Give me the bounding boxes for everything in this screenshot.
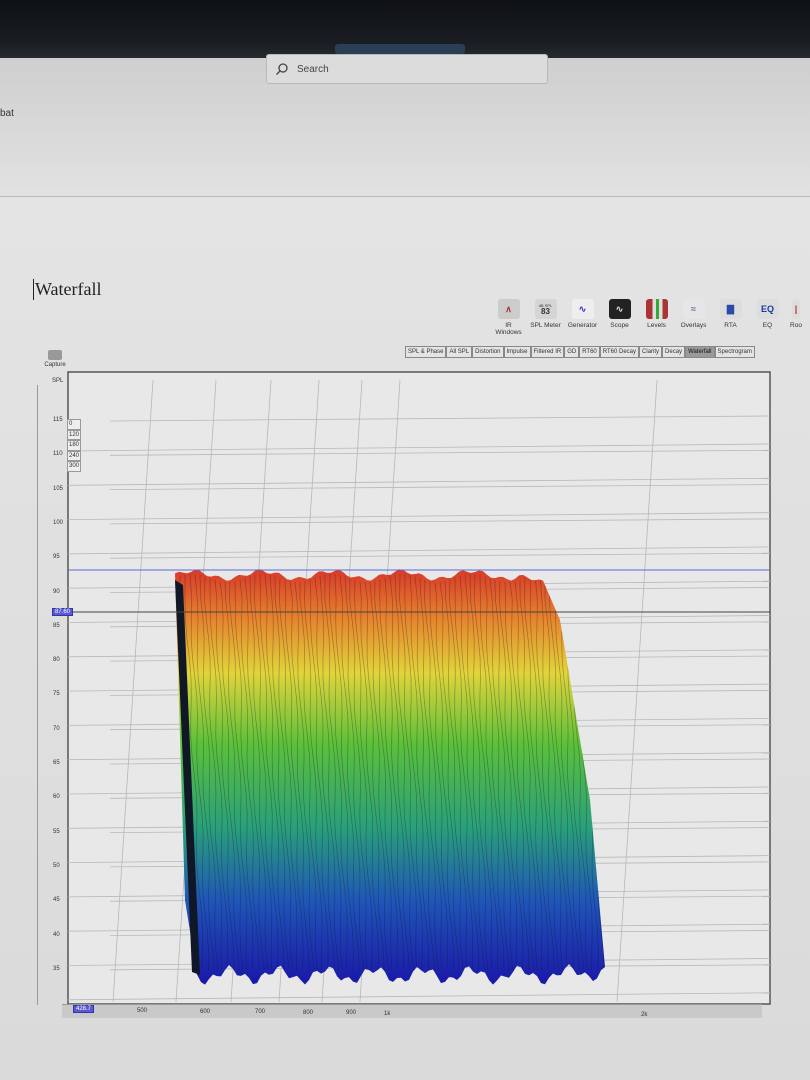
y-tick-label: 40 [53, 931, 60, 938]
tool-label: SPL Meter [530, 322, 561, 329]
spl-badge-value: 83 [541, 306, 550, 316]
x-tick-label: 700 [255, 1009, 266, 1016]
toolbar-levels[interactable]: Levels [640, 299, 673, 336]
y-tick-label: 90 [53, 588, 60, 595]
cursor-y-readout: 87.60 [52, 608, 74, 616]
tool-label: Generator [567, 322, 598, 329]
toolbar-ir-windows[interactable]: ∧ IR Windows [492, 299, 525, 336]
toolbar-eq[interactable]: EQ EQ [751, 299, 784, 336]
window-left-label: bat [0, 108, 14, 119]
tab-spectrogram[interactable]: Spectrogram [714, 346, 755, 358]
tab-rt60-decay[interactable]: RT60 Decay [599, 346, 640, 358]
legend-time-1[interactable]: 120 [67, 429, 82, 440]
tab-spl-phase[interactable]: SPL & Phase [405, 346, 447, 358]
tool-label: Overlays [680, 322, 707, 329]
page-title: Waterfall [33, 279, 102, 300]
y-tick-label: 50 [53, 862, 60, 869]
ir-windows-icon: ∧ [497, 299, 520, 319]
y-tick-label: 80 [53, 657, 60, 664]
generator-icon: ∿ [571, 299, 594, 319]
y-tick-label: 75 [53, 691, 60, 698]
tab-decay[interactable]: Decay [662, 346, 686, 358]
search-placeholder: Search [297, 63, 329, 75]
x-tick-label: 600 [200, 1008, 211, 1015]
waterfall-graph[interactable] [0, 0, 810, 1080]
toolbar-overlays[interactable]: ≈ Overlays [677, 299, 710, 336]
overlays-icon: ≈ [682, 299, 705, 319]
legend-time-4[interactable]: 300 [67, 461, 82, 472]
legend-time-0[interactable]: 0 [67, 419, 82, 430]
search-box[interactable]: Search [266, 54, 548, 84]
tool-label: RTA [724, 322, 737, 329]
toolbar-room-sim[interactable]: | Roo [788, 299, 804, 336]
tab-filtered-ir[interactable]: Filtered IR [530, 346, 565, 358]
y-tick-label: 95 [53, 554, 60, 561]
x-tick-label: 800 [303, 1009, 314, 1016]
y-tick-label: 110 [53, 451, 63, 458]
y-tick-label: 115 [53, 417, 63, 423]
graph-tabs: SPL & Phase All SPL Distortion Impulse Filte… [405, 346, 755, 358]
cursor-x-readout: 428.7 [73, 1005, 95, 1013]
tab-waterfall[interactable]: Waterfall [685, 346, 715, 358]
search-icon [276, 63, 288, 75]
tab-gd[interactable]: GD [564, 346, 580, 358]
levels-icon [645, 299, 668, 319]
toolbar-rta[interactable]: ▇ RTA [714, 299, 747, 336]
tab-all-spl[interactable]: All SPL [446, 346, 473, 358]
tool-label: Scope [610, 322, 629, 329]
capture-button[interactable]: Capture [40, 350, 70, 368]
toolbar-spl-meter[interactable]: dB SPL 83 SPL Meter [529, 299, 562, 336]
tool-label: Roo [790, 322, 802, 329]
x-tick-label: 2k [641, 1011, 648, 1018]
tool-label: EQ [762, 322, 773, 329]
x-axis-scrollbar[interactable] [62, 1004, 762, 1018]
y-tick-label: 65 [53, 760, 60, 766]
vertical-scrollbar[interactable] [37, 385, 45, 1005]
rew-toolbar: ∧ IR Windows dB SPL 83 SPL Meter ∿ Generator… [492, 299, 804, 336]
time-legend: 0 120 180 240 300 [67, 419, 82, 472]
y-tick-label: 35 [53, 965, 60, 972]
y-tick-label: 55 [53, 828, 60, 835]
tab-clarity[interactable]: Clarity [639, 346, 663, 358]
x-tick-label: 500 [137, 1008, 148, 1014]
x-tick-label: 900 [346, 1010, 357, 1017]
camera-icon [48, 350, 62, 360]
y-tick-label: 105 [53, 485, 64, 492]
rta-icon: ▇ [719, 299, 742, 319]
waterfall-surface [175, 569, 605, 985]
y-tick-label: 45 [53, 897, 60, 904]
room-sim-icon: | [792, 299, 800, 319]
y-tick-label: 100 [53, 519, 64, 526]
tab-distortion[interactable]: Distortion [472, 346, 504, 358]
toolbar-scope[interactable]: ∿ Scope [603, 299, 636, 336]
y-tick-label: 60 [53, 794, 60, 801]
tool-label: Levels [647, 322, 666, 329]
scope-icon: ∿ [608, 299, 631, 319]
capture-label: Capture [44, 362, 66, 368]
legend-time-2[interactable]: 180 [67, 440, 82, 451]
tab-rt60[interactable]: RT60 [579, 346, 600, 358]
eq-icon: EQ [756, 299, 779, 319]
tab-impulse[interactable]: Impulse [503, 346, 531, 358]
y-axis-label: SPL [52, 378, 64, 384]
y-tick-label: 70 [53, 725, 60, 732]
legend-time-3[interactable]: 240 [67, 450, 82, 461]
x-tick-label: 1k [384, 1011, 391, 1017]
toolbar-generator[interactable]: ∿ Generator [566, 299, 599, 336]
y-tick-label: 85 [53, 622, 60, 629]
spl-meter-icon: dB SPL 83 [534, 299, 557, 319]
tool-label: IR Windows [495, 322, 522, 336]
